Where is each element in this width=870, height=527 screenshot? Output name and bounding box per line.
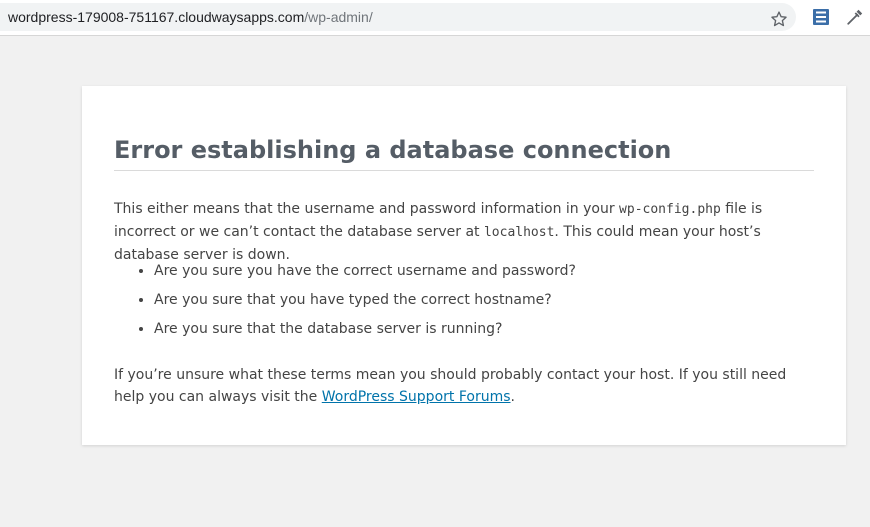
error-title: Error establishing a database connection	[114, 135, 814, 171]
troubleshooting-list: Are you sure you have the correct userna…	[114, 260, 814, 347]
eyedropper-icon[interactable]	[846, 8, 864, 26]
address-bar[interactable]: wordpress-179008-751167.cloudwaysapps.co…	[0, 3, 796, 31]
extension-icon[interactable]	[812, 8, 830, 26]
url-text[interactable]: wordpress-179008-751167.cloudwaysapps.co…	[8, 9, 373, 25]
list-item: Are you sure that you have typed the cor…	[154, 289, 814, 311]
config-filename: wp-config.php	[619, 202, 721, 217]
help-text-end: .	[510, 389, 515, 405]
explanation-text-1: This either means that the username and …	[114, 201, 620, 217]
star-icon[interactable]	[770, 10, 788, 28]
browser-toolbar: wordpress-179008-751167.cloudwaysapps.co…	[0, 0, 870, 36]
list-item: Are you sure that the database server is…	[154, 318, 814, 340]
url-path: /wp-admin/	[304, 9, 373, 25]
url-host: wordpress-179008-751167.cloudwaysapps.co…	[8, 9, 305, 25]
database-host: localhost	[483, 225, 555, 240]
support-forums-link[interactable]: WordPress Support Forums	[322, 389, 511, 405]
help-text: If you’re unsure what these terms mean y…	[114, 364, 814, 408]
list-item: Are you sure you have the correct userna…	[154, 260, 814, 282]
error-explanation: This either means that the username and …	[114, 198, 814, 266]
error-card: Error establishing a database connection…	[82, 86, 846, 445]
